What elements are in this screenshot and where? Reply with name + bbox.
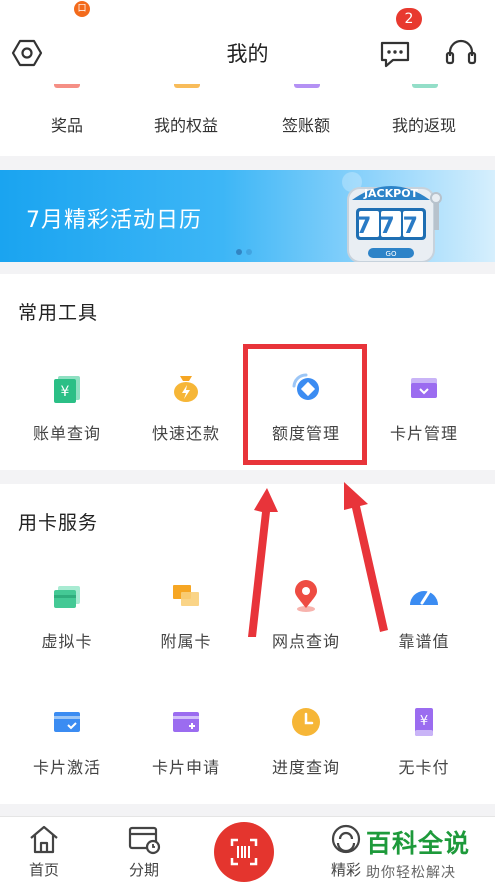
banner-title: 7月精彩活动日历 — [26, 208, 202, 233]
service-cardless-pay[interactable]: ¥ 无卡付 — [362, 704, 486, 778]
tool-card-management[interactable]: 卡片管理 — [362, 370, 486, 444]
money-bag-icon — [174, 376, 198, 402]
spending-icon — [294, 84, 320, 88]
notification-icon: 口 — [74, 1, 90, 17]
svg-text:¥: ¥ — [61, 384, 70, 400]
svg-text:¥: ¥ — [420, 714, 428, 729]
service-label: 卡片激活 — [32, 758, 101, 777]
quick-links: 奖品 我的权益 签账额 我的返现 — [0, 84, 495, 156]
service-card-application[interactable]: 卡片申请 — [124, 704, 248, 778]
header: 我的 — [0, 22, 495, 84]
tool-label: 快速还款 — [151, 424, 220, 443]
highlights-icon — [331, 824, 361, 854]
jackpot-digits: 777 — [356, 214, 426, 239]
clock-icon — [292, 708, 320, 736]
service-label: 无卡付 — [398, 758, 450, 777]
tab-label: 首页 — [28, 861, 59, 879]
scan-icon — [230, 838, 258, 866]
home-icon — [30, 825, 58, 854]
message-icon[interactable] — [378, 36, 412, 70]
service-label: 进度查询 — [271, 758, 340, 777]
quick-link-spending[interactable]: 签账额 — [244, 112, 368, 136]
scan-button[interactable] — [214, 822, 274, 882]
service-branch-query[interactable]: 网点查询 — [244, 578, 368, 652]
supplementary-card-icon — [173, 585, 199, 606]
quick-link-benefits[interactable]: 我的权益 — [124, 112, 248, 136]
service-label: 虚拟卡 — [41, 632, 93, 651]
service-supplementary-card[interactable]: 附属卡 — [124, 578, 248, 652]
tab-installment[interactable]: 分期 — [104, 823, 184, 880]
prize-icon — [54, 84, 80, 88]
virtual-card-icon — [54, 586, 80, 608]
tool-label: 账单查询 — [32, 424, 101, 443]
banner-pager — [236, 240, 256, 259]
service-label: 附属卡 — [160, 632, 212, 651]
bill-icon: ¥ — [54, 376, 80, 403]
tab-home[interactable]: 首页 — [4, 823, 84, 880]
card-manage-icon — [411, 378, 437, 398]
customer-service-icon[interactable] — [444, 36, 478, 70]
service-card-activation[interactable]: 卡片激活 — [5, 704, 129, 778]
tab-label: 分期 — [128, 861, 159, 879]
service-label: 网点查询 — [271, 632, 340, 651]
jackpot-go: GO — [386, 250, 397, 258]
common-tools-title: 常用工具 — [18, 302, 99, 324]
tool-bill-query[interactable]: ¥ 账单查询 — [5, 370, 129, 444]
quick-link-cashback[interactable]: 我的返现 — [362, 112, 486, 136]
service-label: 靠谱值 — [398, 632, 450, 651]
quick-link-prize[interactable]: 奖品 — [5, 112, 129, 136]
service-label: 卡片申请 — [151, 758, 220, 777]
card-activate-icon — [54, 712, 80, 732]
page-title: 我的 — [226, 42, 269, 66]
watermark-subtitle: 助你轻松解决 — [366, 865, 456, 881]
benefit-icon — [174, 84, 200, 88]
cashback-icon — [412, 84, 438, 88]
jackpot-label: JACKPOT — [363, 187, 419, 200]
installment-icon — [128, 826, 161, 855]
card-services-title: 用卡服务 — [18, 512, 99, 534]
location-pin-icon — [295, 580, 317, 612]
cardless-pay-icon: ¥ — [415, 708, 433, 736]
highlight-box — [243, 344, 367, 465]
slot-machine-icon: JACKPOT 777 GO — [342, 172, 442, 262]
watermark-title: 百科全说 — [366, 829, 471, 858]
service-progress-query[interactable]: 进度查询 — [244, 704, 368, 778]
service-virtual-card[interactable]: 虚拟卡 — [5, 578, 129, 652]
message-badge: 2 — [396, 8, 422, 30]
card-apply-icon — [173, 712, 199, 732]
promo-banner[interactable]: 7月精彩活动日历 JACKPOT 777 GO — [0, 170, 495, 262]
tool-quick-repay[interactable]: 快速还款 — [124, 370, 248, 444]
watermark: 百科全说 助你轻松解决 — [366, 824, 486, 882]
tool-label: 卡片管理 — [389, 424, 458, 443]
gauge-icon — [410, 590, 438, 605]
service-credit-score[interactable]: 靠谱值 — [362, 578, 486, 652]
card-services-section: 用卡服务 虚拟卡 附属卡 网点查询 靠谱值 卡片激活 卡片申请 进度查询 ¥ 无… — [0, 484, 495, 804]
